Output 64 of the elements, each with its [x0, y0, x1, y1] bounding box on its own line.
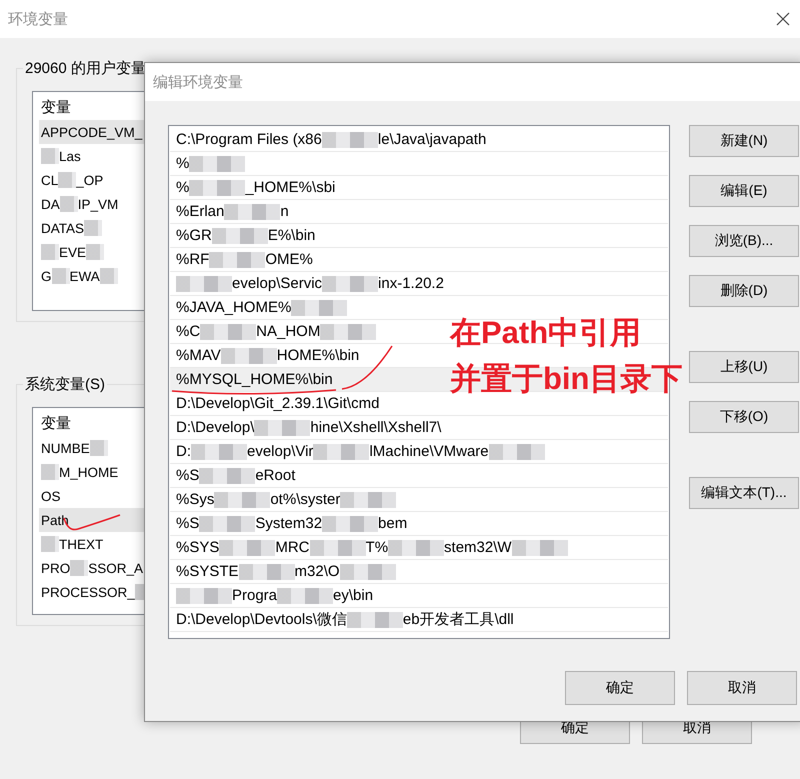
entry-text: HOME%\bin [276, 347, 360, 364]
entry-text: evelop\Vir [247, 443, 314, 460]
entry-text: %Sys [176, 491, 214, 508]
entry-text: CL [41, 172, 58, 188]
entry-text: D:\Develop\Devtools\微信 [176, 611, 347, 628]
entry-text: %S [176, 467, 200, 484]
entry-text: ot%\syster [270, 491, 340, 508]
entry-text: ey\bin [333, 587, 374, 604]
entry-text: SSOR_A [88, 560, 144, 576]
annotation-text: 并置于bin目录下 [450, 360, 682, 398]
entry-text: %RF [176, 251, 210, 268]
entry-text: DATAS [41, 220, 84, 236]
window-title: 环境变量 [8, 10, 68, 28]
entry-text: Las [59, 148, 81, 164]
entry-text: THEXT [59, 536, 104, 552]
entry-text: E%\bin [268, 227, 316, 244]
entry-text: bem [378, 515, 408, 532]
entry-text: n [280, 203, 289, 220]
entry-text: OME% [265, 251, 313, 268]
column-header: 变量 [40, 414, 71, 434]
entry-text: evelop\Servic [232, 275, 322, 292]
entry-text: PROCESSOR_ [41, 584, 135, 600]
entry-text: %S [176, 515, 200, 532]
entry-text: _HOME%\sbi [245, 179, 336, 196]
entry-text: IP_VM [78, 196, 118, 212]
entry-text: D:\Develop\ [176, 419, 254, 436]
entry-text: % [176, 179, 190, 196]
group-label: 系统变量(S) [23, 375, 107, 394]
entry-text: %Erlan [176, 203, 224, 220]
entry-text: m32\O [294, 563, 340, 580]
entry-text: NUMBE [41, 440, 90, 456]
entry-text: NA_HOM [256, 323, 320, 340]
entry-text: D: [176, 443, 191, 460]
dialog-title: 编辑环境变量 [153, 72, 243, 92]
entry-text: % [176, 155, 190, 172]
entry-text: %SYSTE [176, 563, 239, 580]
annotation-text: 在Path中引用 [450, 314, 642, 352]
entry-text: Path [41, 512, 69, 528]
entry-text: eb开发者工具\dll [402, 611, 514, 628]
entry-text: lMachine\VMware [369, 443, 489, 460]
entry-text: %SYS [176, 539, 220, 556]
entry-text: %JAVA_HOME% [176, 299, 292, 316]
entry-text: M_HOME [59, 464, 118, 480]
entry-text: stem32\W [444, 539, 512, 556]
entry-text: hine\Xshell\Xshell7\ [310, 419, 442, 436]
entry-text: Progra [232, 587, 278, 604]
entry-text: MRC [275, 539, 310, 556]
entry-text: le\Java\javapath [378, 131, 486, 148]
entry-text: C:\Program Files (x86 [176, 131, 322, 148]
entry-text: %MAV [176, 347, 221, 364]
entry-text: PRO [41, 560, 70, 576]
entry-text: eRoot [255, 467, 296, 484]
entry-text: APPCODE_VM_ [41, 124, 142, 140]
entry-text: T% [366, 539, 388, 556]
entry-text: %C [176, 323, 200, 340]
entry-text: DA [41, 196, 60, 212]
column-header: 变量 [40, 98, 71, 118]
entry-text: %GR [176, 227, 212, 244]
entry-text: EWA [70, 268, 100, 284]
entry-text: EVE [59, 244, 86, 260]
entry-text: System32 [255, 515, 322, 532]
entry-text: inx-1.20.2 [378, 275, 444, 292]
entry-text: _OP [76, 172, 104, 188]
entry-text: G [41, 268, 52, 284]
